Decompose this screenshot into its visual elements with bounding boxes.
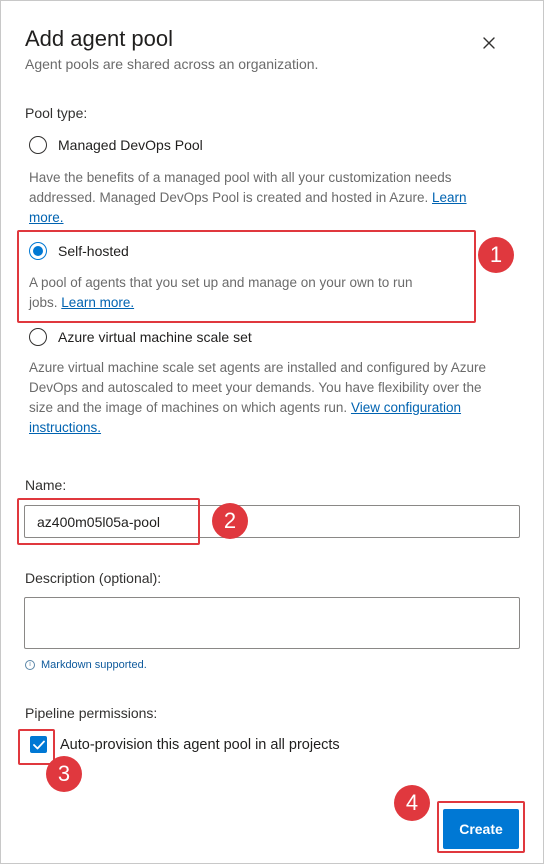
radio-managed-devops-pool[interactable]: Managed DevOps Pool [29,136,203,154]
close-button[interactable] [477,31,501,55]
annotation-box-create [437,801,525,853]
annotation-badge-1: 1 [478,237,514,273]
view-configuration-link[interactable]: View configuration [351,400,461,415]
radio-button-unchecked[interactable] [29,136,47,154]
managed-devops-pool-description: Have the benefits of a managed pool with… [29,168,499,228]
annotation-box-name [17,498,200,545]
dialog-subtitle: Agent pools are shared across an organiz… [25,56,319,72]
azure-vmss-description: Azure virtual machine scale set agents a… [29,358,499,438]
auto-provision-label: Auto-provision this agent pool in all pr… [60,736,340,753]
markdown-hint-text: Markdown supported. [41,659,147,671]
annotation-box-self-hosted [17,230,476,323]
name-label: Name: [25,477,67,493]
auto-provision-checkbox-row[interactable]: Auto-provision this agent pool in all pr… [30,736,340,753]
radio-button-unchecked[interactable] [29,328,47,346]
pool-type-label: Pool type: [25,105,88,121]
radio-label-managed-devops-pool: Managed DevOps Pool [58,137,203,153]
annotation-badge-3: 3 [46,756,82,792]
radio-azure-vmss[interactable]: Azure virtual machine scale set [29,328,252,346]
desc-line: more. [29,208,499,228]
description-label: Description (optional): [25,570,162,586]
learn-more-link[interactable]: Learn [432,190,467,205]
description-textarea[interactable] [24,597,520,649]
annotation-box-checkbox [18,729,55,765]
desc-line: addressed. Managed DevOps Pool is create… [29,188,499,208]
markdown-hint: i Markdown supported. [25,659,147,671]
add-agent-pool-dialog: Add agent pool Agent pools are shared ac… [0,0,544,864]
radio-label-azure-vmss: Azure virtual machine scale set [58,329,252,345]
desc-text: addressed. Managed DevOps Pool is create… [29,190,429,205]
info-icon: i [25,660,35,670]
desc-line: instructions. [29,418,499,438]
view-configuration-link-continued[interactable]: instructions. [29,420,101,435]
desc-line: size and the image of machines on which … [29,398,499,418]
annotation-badge-4: 4 [394,785,430,821]
learn-more-link-continued[interactable]: more. [29,210,64,225]
pipeline-permissions-label: Pipeline permissions: [25,705,158,721]
desc-line: DevOps and autoscaled to meet your deman… [29,380,482,395]
dialog-title: Add agent pool [25,26,174,51]
desc-line: Azure virtual machine scale set agents a… [29,360,487,375]
annotation-badge-2: 2 [212,503,248,539]
desc-text: size and the image of machines on which … [29,400,348,415]
desc-line: Have the benefits of a managed pool with… [29,170,452,185]
close-icon [483,37,495,49]
